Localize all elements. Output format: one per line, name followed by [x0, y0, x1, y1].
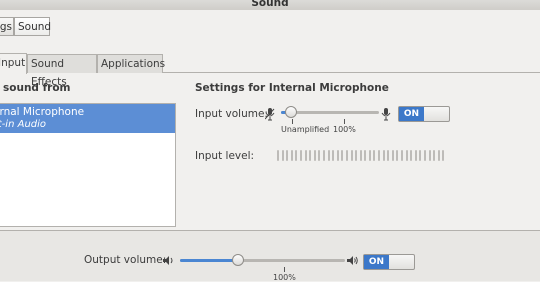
- device-row-internal-microphone[interactable]: ernal Microphone lt-in Audio: [0, 104, 175, 133]
- input-level-segment: [281, 150, 284, 161]
- input-level-segment: [299, 150, 302, 161]
- device-type: lt-in Audio: [0, 119, 47, 130]
- output-bar: [0, 231, 540, 281]
- input-level-segment: [313, 150, 316, 161]
- input-level-segment: [414, 150, 417, 161]
- input-level-segment: [410, 150, 413, 161]
- device-list[interactable]: ernal Microphone lt-in Audio: [0, 103, 176, 227]
- input-switch[interactable]: ON: [398, 106, 450, 122]
- output-volume-slider[interactable]: [180, 259, 345, 262]
- input-volume-knob[interactable]: [284, 106, 297, 118]
- input-level-segment: [355, 150, 358, 161]
- input-level-segment: [378, 150, 381, 161]
- output-hundred-tick: [284, 267, 285, 272]
- input-level-segment: [286, 150, 289, 161]
- input-percent-label: 100%: [333, 125, 356, 134]
- input-level-segment: [424, 150, 426, 161]
- microphone-muted-icon: [264, 108, 275, 124]
- input-level-segment: [419, 150, 422, 161]
- breadcrumb-sound-button[interactable]: Sound: [14, 17, 51, 36]
- output-volume-label: Output volume:: [84, 254, 167, 266]
- microphone-high-icon: [381, 108, 391, 124]
- input-level-segment: [373, 150, 376, 161]
- input-level-segment: [290, 150, 293, 161]
- window-titlebar: Sound: [0, 0, 540, 10]
- input-level-segment: [332, 150, 335, 161]
- input-level-segment: [341, 150, 344, 161]
- input-level-segment: [336, 150, 339, 161]
- input-switch-on: ON: [399, 107, 424, 121]
- input-level-segment: [428, 150, 431, 161]
- input-level-segment: [295, 150, 298, 161]
- input-level-segment: [322, 150, 325, 161]
- input-level-segment: [405, 150, 408, 161]
- device-list-heading: sound from: [3, 82, 71, 94]
- input-level-segment: [318, 150, 321, 161]
- input-level-segment: [437, 150, 440, 161]
- input-level-segment: [359, 150, 362, 161]
- input-level-segment: [387, 150, 390, 161]
- settings-heading: Settings for Internal Microphone: [195, 82, 389, 94]
- unamplified-label: Unamplified: [281, 125, 330, 134]
- input-level-segment: [382, 150, 385, 161]
- tab-applications[interactable]: Applications: [97, 54, 165, 73]
- breadcrumb-settings-button[interactable]: gs: [0, 17, 14, 36]
- input-level-segment: [345, 150, 348, 161]
- tab-input[interactable]: Input: [0, 53, 27, 74]
- input-level-segment: [401, 150, 404, 161]
- input-level-segment: [391, 150, 394, 161]
- output-switch-on: ON: [364, 255, 389, 269]
- input-level-segment: [304, 150, 307, 161]
- input-level-meter: [277, 150, 447, 161]
- hundred-percent-tick: [344, 119, 345, 124]
- window-title: Sound: [251, 0, 289, 9]
- input-level-segment: [327, 150, 330, 161]
- input-level-label: Input level:: [195, 150, 255, 162]
- speaker-low-icon: [162, 255, 174, 269]
- input-level-segment: [396, 150, 399, 161]
- device-name: ernal Microphone: [0, 106, 85, 118]
- tab-sound-effects[interactable]: Sound Effects: [27, 54, 97, 88]
- input-level-segment: [309, 150, 312, 161]
- output-switch[interactable]: ON: [363, 254, 415, 270]
- input-level-segment: [368, 150, 371, 161]
- output-volume-fill: [180, 259, 238, 262]
- input-level-segment: [442, 150, 445, 161]
- input-level-segment: [277, 150, 279, 161]
- input-volume-label: Input volume:: [195, 108, 268, 120]
- output-volume-knob[interactable]: [231, 254, 244, 266]
- speaker-high-icon: [346, 255, 359, 269]
- unamplified-tick: [292, 119, 293, 124]
- input-level-segment: [433, 150, 436, 161]
- input-level-segment: [350, 150, 353, 161]
- input-level-segment: [364, 150, 367, 161]
